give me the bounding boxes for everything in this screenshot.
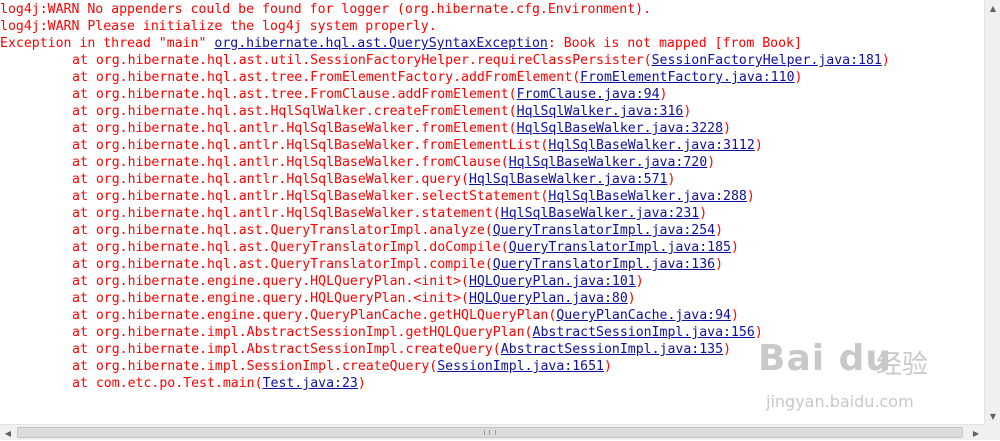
watermark-url: jingyan.baidu.com (766, 392, 914, 411)
stack-frame-line: at org.hibernate.engine.query.QueryPlanC… (0, 307, 984, 324)
stack-frame-method: at org.hibernate.impl.AbstractSessionImp… (72, 325, 533, 340)
stack-frame-method: at com.etc.po.Test.main( (72, 376, 263, 391)
stack-frame-close: ) (635, 274, 644, 289)
source-location-link[interactable]: HqlSqlBaseWalker.java:288 (548, 189, 747, 204)
stack-frame-close: ) (730, 308, 739, 323)
watermark-subtitle: 经验 (876, 350, 929, 380)
stack-frame-close: ) (603, 359, 612, 374)
source-location-link[interactable]: HqlSqlWalker.java:316 (517, 104, 684, 119)
source-location-link[interactable]: HqlSqlBaseWalker.java:720 (509, 155, 708, 170)
stack-frame-method: at org.hibernate.hql.antlr.HqlSqlBaseWal… (72, 155, 509, 170)
stack-frame-close: ) (683, 104, 692, 119)
source-location-link[interactable]: HQLQueryPlan.java:101 (469, 274, 636, 289)
stack-frame-line: at org.hibernate.hql.ast.tree.FromClause… (0, 86, 984, 103)
scroll-grip-icon (484, 430, 496, 435)
log-text: log4j:WARN Please initialize the log4j s… (0, 19, 437, 34)
vertical-scrollbar[interactable]: ▲ ▼ (984, 0, 1000, 424)
stack-frame-method: at org.hibernate.engine.query.HQLQueryPl… (72, 274, 469, 289)
stack-frame-method: at org.hibernate.hql.ast.HqlSqlWalker.cr… (72, 104, 517, 119)
source-location-link[interactable]: FromElementFactory.java:110 (580, 70, 794, 85)
exception-line: Exception in thread "main" org.hibernate… (0, 35, 984, 52)
stack-frame-close: ) (746, 189, 755, 204)
stack-frame-close: ) (667, 172, 676, 187)
scrollbar-corner (984, 424, 1000, 440)
scroll-down-arrow-icon[interactable]: ▼ (985, 408, 1000, 424)
stack-frame-line: at org.hibernate.hql.ast.QueryTranslator… (0, 256, 984, 273)
stack-frame-line: at org.hibernate.hql.antlr.HqlSqlBaseWal… (0, 120, 984, 137)
stack-frame-method: at org.hibernate.hql.antlr.HqlSqlBaseWal… (72, 206, 501, 221)
stack-frame-line: at org.hibernate.engine.query.HQLQueryPl… (0, 273, 984, 290)
stack-frame-close: ) (357, 376, 366, 391)
horizontal-scroll-thumb[interactable] (17, 427, 963, 438)
stack-frame-line: at org.hibernate.hql.antlr.HqlSqlBaseWal… (0, 205, 984, 222)
source-location-link[interactable]: QueryTranslatorImpl.java:254 (493, 223, 715, 238)
stack-frame-line: at org.hibernate.hql.ast.QueryTranslator… (0, 222, 984, 239)
scroll-left-arrow-icon[interactable]: ◀ (0, 425, 16, 441)
stack-frame-method: at org.hibernate.hql.antlr.HqlSqlBaseWal… (72, 121, 517, 136)
stack-frame-close: ) (715, 223, 724, 238)
stack-frame-line: at org.hibernate.hql.ast.HqlSqlWalker.cr… (0, 103, 984, 120)
stack-frame-close: ) (731, 240, 739, 255)
stack-frame-close: ) (794, 70, 803, 85)
source-location-link[interactable]: HQLQueryPlan.java:80 (469, 291, 628, 306)
source-location-link[interactable]: AbstractSessionImpl.java:156 (533, 325, 755, 340)
scroll-right-arrow-icon[interactable]: ▶ (968, 425, 984, 441)
stack-frame-method: at org.hibernate.hql.antlr.HqlSqlBaseWal… (72, 189, 549, 204)
stack-frame-method: at org.hibernate.hql.ast.QueryTranslator… (72, 240, 509, 255)
baidu-jingyan-watermark: Bai du 经验 jingyan.baidu.com (748, 330, 978, 420)
log-text: log4j:WARN No appenders could be found f… (0, 2, 652, 17)
source-location-link[interactable]: QueryPlanCache.java:94 (556, 308, 731, 323)
stack-frame-method: at org.hibernate.hql.antlr.HqlSqlBaseWal… (72, 138, 549, 153)
stack-frame-close: ) (699, 206, 708, 221)
source-location-link[interactable]: SessionFactoryHelper.java:181 (652, 53, 882, 68)
stack-frame-close: ) (723, 121, 732, 136)
source-location-link[interactable]: QueryTranslatorImpl.java:136 (493, 257, 715, 272)
stack-frame-line: at org.hibernate.hql.antlr.HqlSqlBaseWal… (0, 171, 984, 188)
exception-class-link[interactable]: org.hibernate.hql.ast.QuerySyntaxExcepti… (214, 36, 547, 51)
stack-frame-method: at org.hibernate.hql.ast.tree.FromClause… (72, 87, 517, 102)
stack-frame-method: at org.hibernate.engine.query.QueryPlanC… (72, 308, 557, 323)
horizontal-scrollbar[interactable]: ◀ ▶ (0, 424, 984, 440)
stack-frame-line: at org.hibernate.hql.antlr.HqlSqlBaseWal… (0, 154, 984, 171)
source-location-link[interactable]: AbstractSessionImpl.java:135 (501, 342, 723, 357)
stack-frame-close: ) (723, 342, 732, 357)
source-location-link[interactable]: HqlSqlBaseWalker.java:3112 (548, 138, 754, 153)
scroll-up-arrow-icon[interactable]: ▲ (985, 0, 1000, 16)
stack-frame-method: at org.hibernate.hql.antlr.HqlSqlBaseWal… (72, 172, 469, 187)
exception-prefix: Exception in thread "main" (0, 36, 215, 51)
stack-frame-line: at org.hibernate.hql.ast.QueryTranslator… (0, 239, 984, 256)
source-location-link[interactable]: FromClause.java:94 (517, 87, 660, 102)
source-location-link[interactable]: HqlSqlBaseWalker.java:571 (469, 172, 668, 187)
stack-frame-line: at org.hibernate.hql.antlr.HqlSqlBaseWal… (0, 137, 984, 154)
source-location-link[interactable]: SessionImpl.java:1651 (437, 359, 604, 374)
stack-frame-method: at org.hibernate.impl.AbstractSessionImp… (72, 342, 501, 357)
stack-frame-close: ) (715, 257, 724, 272)
stack-frame-close: ) (659, 87, 668, 102)
source-location-link[interactable]: QueryTranslatorImpl.java:185 (509, 240, 731, 255)
stack-frame-method: at org.hibernate.hql.ast.QueryTranslator… (72, 257, 493, 272)
source-location-link[interactable]: HqlSqlBaseWalker.java:231 (501, 206, 700, 221)
stack-frame-close: ) (707, 155, 716, 170)
stack-frame-line: at org.hibernate.engine.query.HQLQueryPl… (0, 290, 984, 307)
stack-frame-close: ) (627, 291, 636, 306)
stack-frame-line: at org.hibernate.hql.ast.util.SessionFac… (0, 52, 984, 69)
stack-frame-method: at org.hibernate.hql.ast.util.SessionFac… (72, 53, 652, 68)
stack-frame-line: at org.hibernate.hql.antlr.HqlSqlBaseWal… (0, 188, 984, 205)
source-location-link[interactable]: HqlSqlBaseWalker.java:3228 (517, 121, 723, 136)
source-location-link[interactable]: Test.java:23 (263, 376, 358, 391)
watermark-logo: Bai du (758, 338, 893, 379)
stack-frame-close: ) (881, 53, 890, 68)
stack-frame-method: at org.hibernate.hql.ast.QueryTranslator… (72, 223, 493, 238)
stack-frame-method: at org.hibernate.impl.SessionImpl.create… (72, 359, 438, 374)
stack-frame-method: at org.hibernate.hql.ast.tree.FromElemen… (72, 70, 581, 85)
log-warning-line: log4j:WARN Please initialize the log4j s… (0, 18, 984, 35)
exception-message: : Book is not mapped [from Book] (547, 36, 802, 51)
stack-frame-line: at org.hibernate.hql.ast.tree.FromElemen… (0, 69, 984, 86)
log-warning-line: log4j:WARN No appenders could be found f… (0, 1, 984, 18)
stack-frame-method: at org.hibernate.engine.query.HQLQueryPl… (72, 291, 469, 306)
stack-frame-close: ) (754, 138, 763, 153)
